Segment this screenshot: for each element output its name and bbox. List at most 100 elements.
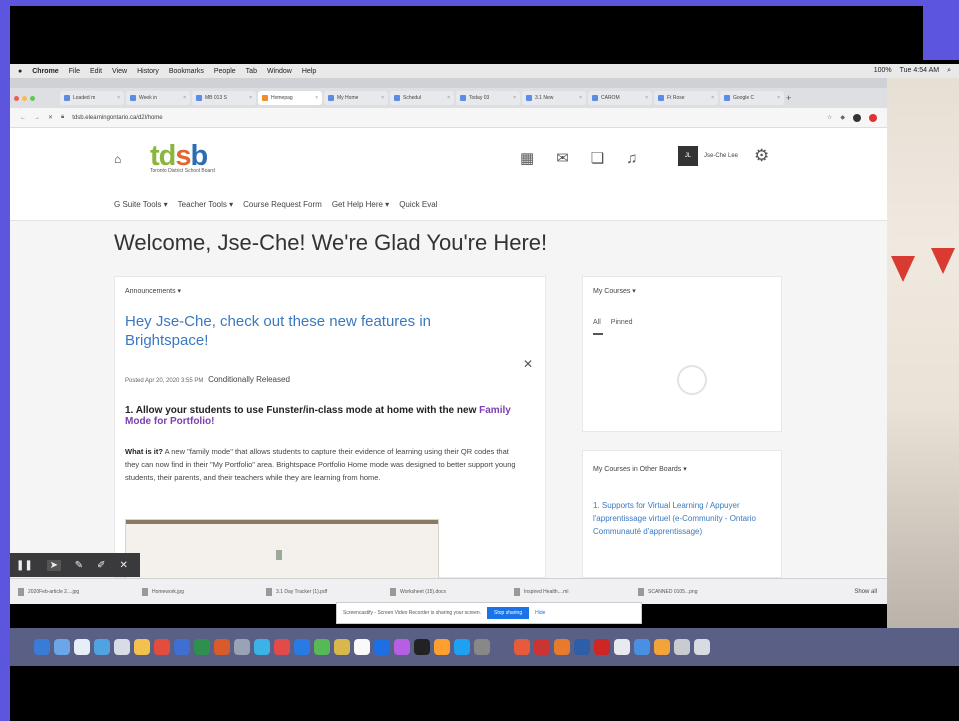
recording-icon[interactable]: [869, 113, 877, 122]
tab-6[interactable]: Schedul ×: [390, 91, 454, 105]
course-selector-grid-icon[interactable]: ▦: [520, 149, 534, 167]
menu-people[interactable]: People: [214, 68, 236, 75]
stop-sharing-button[interactable]: Stop sharing: [487, 607, 530, 619]
tab-close-icon[interactable]: ×: [381, 95, 384, 101]
download-item[interactable]: 3.1 Day Tracker (1).pdf: [266, 587, 384, 596]
profile-icon[interactable]: [853, 113, 861, 122]
music-icon[interactable]: [414, 639, 430, 655]
close-window-icon[interactable]: [14, 96, 19, 101]
menu-chrome[interactable]: Chrome: [32, 68, 58, 75]
documents-stack-icon[interactable]: [674, 639, 690, 655]
my-courses-header[interactable]: My Courses ▾: [593, 287, 636, 295]
tab-close-icon[interactable]: ×: [447, 95, 450, 101]
tab-all[interactable]: All: [593, 319, 601, 326]
subscription-alerts-icon[interactable]: ❏: [591, 149, 604, 167]
tab-9[interactable]: CAROM ×: [588, 91, 652, 105]
show-all-downloads[interactable]: Show all: [854, 589, 887, 595]
url-field[interactable]: tdsb.elearningontario.ca/d2l/home: [72, 115, 162, 121]
reload-icon[interactable]: ✕: [48, 114, 53, 121]
safari-icon[interactable]: [74, 639, 90, 655]
tab-close-icon[interactable]: ×: [315, 95, 318, 101]
download-item[interactable]: Homework.jpg: [142, 587, 260, 596]
app-store-icon[interactable]: [94, 639, 110, 655]
tab-2[interactable]: Week in ×: [126, 91, 190, 105]
forward-icon[interactable]: →: [34, 115, 40, 121]
tab-close-icon[interactable]: ×: [711, 95, 714, 101]
menu-file[interactable]: File: [69, 68, 80, 75]
other-board-course-link[interactable]: 1. Supports for Virtual Learning / Appuy…: [593, 499, 773, 538]
powerpoint-icon[interactable]: [214, 639, 230, 655]
tab-close-icon[interactable]: ×: [777, 95, 780, 101]
downloads-stack-icon[interactable]: [654, 639, 670, 655]
numbers-icon[interactable]: [314, 639, 330, 655]
announcement-title[interactable]: Hey Jse-Che, check out these new feature…: [125, 312, 505, 350]
mail-icon[interactable]: [254, 639, 270, 655]
download-item[interactable]: 2020Feb-article 2....jpg: [18, 587, 136, 596]
battery-status[interactable]: 100%: [874, 67, 892, 75]
tab-5[interactable]: My Home ×: [324, 91, 388, 105]
nav-quick-eval[interactable]: Quick Eval: [399, 200, 437, 209]
tab-10[interactable]: Ft Rose ×: [654, 91, 718, 105]
pen-tool-icon[interactable]: ✎: [75, 560, 83, 571]
gear-icon[interactable]: ⚙: [754, 146, 769, 166]
extension-icon[interactable]: ◆: [840, 114, 845, 121]
firefox-icon[interactable]: [554, 639, 570, 655]
tab-close-icon[interactable]: ×: [183, 95, 186, 101]
tab-close-icon[interactable]: ×: [513, 95, 516, 101]
download-item[interactable]: Worksheet (15).docx: [390, 587, 508, 596]
word-icon[interactable]: [174, 639, 190, 655]
maximize-window-icon[interactable]: [30, 96, 35, 101]
launchpad-icon[interactable]: [54, 639, 70, 655]
user-menu[interactable]: JL Jse-Che Lee ⚙: [678, 146, 769, 166]
menu-help[interactable]: Help: [302, 68, 316, 75]
facetime-icon[interactable]: [374, 639, 390, 655]
tab-close-icon[interactable]: ×: [249, 95, 252, 101]
nav-course-request-form[interactable]: Course Request Form: [243, 200, 322, 209]
menu-tab[interactable]: Tab: [246, 68, 257, 75]
tab-1[interactable]: Loaded m ×: [60, 91, 124, 105]
tab-close-icon[interactable]: ×: [645, 95, 648, 101]
nav-g-suite-tools[interactable]: G Suite Tools ▾: [114, 200, 168, 209]
menu-window[interactable]: Window: [267, 68, 292, 75]
new-tab-icon[interactable]: +: [786, 93, 791, 103]
highlighter-tool-icon[interactable]: ✐: [97, 560, 105, 571]
apps-icon[interactable]: [614, 639, 630, 655]
tab-3[interactable]: MB 013 S ×: [192, 91, 256, 105]
tab-11[interactable]: Google C ×: [720, 91, 784, 105]
spotlight-icon[interactable]: ⌕: [947, 67, 951, 75]
menu-edit[interactable]: Edit: [90, 68, 102, 75]
trash-icon[interactable]: [694, 639, 710, 655]
vpn-icon[interactable]: [574, 639, 590, 655]
back-icon[interactable]: ←: [20, 115, 26, 121]
close-toolbar-icon[interactable]: ✕: [120, 560, 128, 571]
cursor-tool-icon[interactable]: ➤: [46, 559, 61, 571]
tab-close-icon[interactable]: ×: [117, 95, 120, 101]
books-icon[interactable]: [434, 639, 450, 655]
download-item[interactable]: SCANNED 0105...png: [638, 587, 756, 596]
message-alerts-icon[interactable]: ✉: [556, 149, 569, 167]
podcasts-icon[interactable]: [394, 639, 410, 655]
calendar-icon[interactable]: [114, 639, 130, 655]
keynote-icon[interactable]: [294, 639, 310, 655]
clock[interactable]: Tue 4:54 AM: [900, 67, 939, 75]
nav-teacher-tools[interactable]: Teacher Tools ▾: [178, 200, 233, 209]
tab-4-active[interactable]: Homepag ×: [258, 91, 322, 105]
menu-view[interactable]: View: [112, 68, 127, 75]
zoom-icon[interactable]: [454, 639, 470, 655]
notes-icon[interactable]: [134, 639, 150, 655]
preview-icon[interactable]: [234, 639, 250, 655]
chrome-icon[interactable]: [274, 639, 290, 655]
minimize-window-icon[interactable]: [22, 96, 27, 101]
tab-7[interactable]: Today 03 ×: [456, 91, 520, 105]
photos-icon[interactable]: [154, 639, 170, 655]
apple-icon[interactable]: ●: [18, 68, 22, 75]
screencastify-icon[interactable]: [514, 639, 530, 655]
pages-icon[interactable]: [334, 639, 350, 655]
menu-bookmarks[interactable]: Bookmarks: [169, 68, 204, 75]
maps-icon[interactable]: [354, 639, 370, 655]
update-alerts-icon[interactable]: ♫: [626, 150, 637, 167]
acrobat-icon[interactable]: [534, 639, 550, 655]
nav-get-help-here[interactable]: Get Help Here ▾: [332, 200, 389, 209]
pdf-icon[interactable]: [594, 639, 610, 655]
system-preferences-icon[interactable]: [474, 639, 490, 655]
